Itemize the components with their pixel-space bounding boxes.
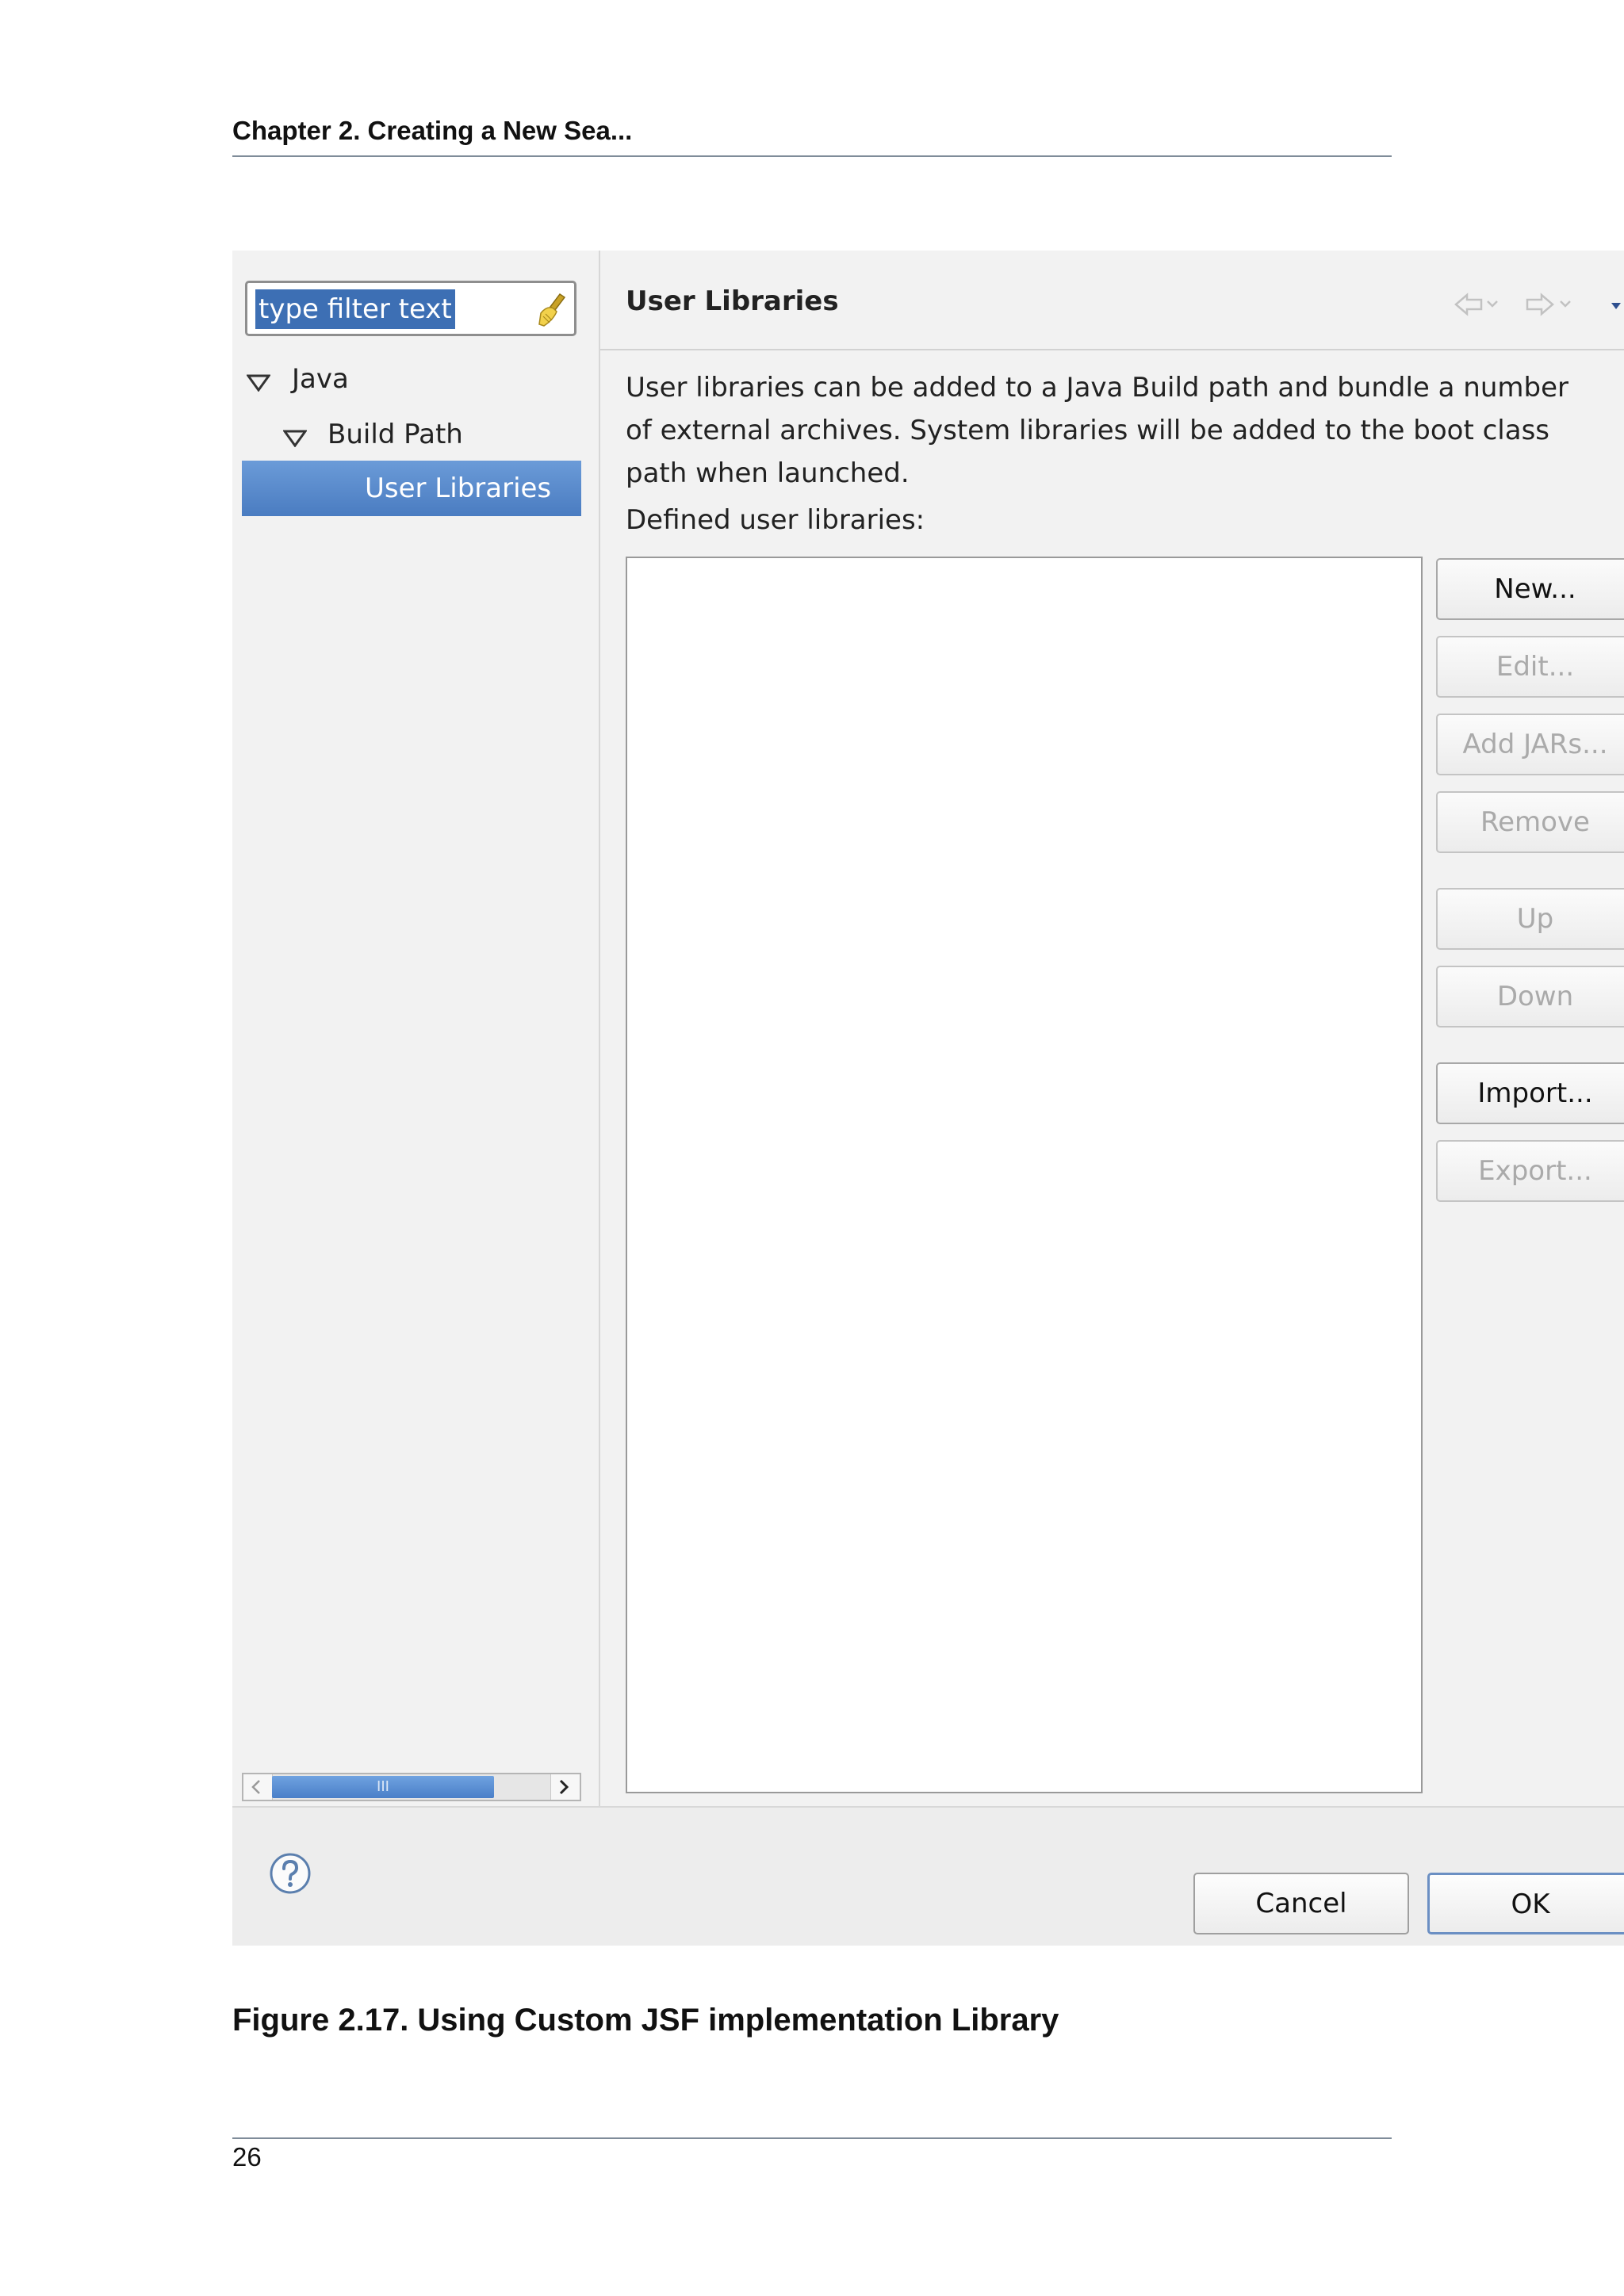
page-number: 26 (232, 2142, 262, 2172)
page-title: User Libraries (626, 285, 839, 317)
page-header-rule (232, 155, 1392, 157)
cancel-button[interactable]: Cancel (1193, 1873, 1409, 1934)
edit-button[interactable]: Edit... (1436, 636, 1624, 698)
expand-triangle-icon[interactable] (283, 430, 307, 447)
preferences-dialog: type filter text Java Build Path User Li… (232, 251, 1624, 1946)
filter-input[interactable]: type filter text (245, 281, 576, 336)
back-arrow-icon (1454, 293, 1498, 316)
expand-triangle-icon[interactable] (247, 374, 270, 392)
up-button[interactable]: Up (1436, 888, 1624, 950)
title-separator (600, 349, 1624, 350)
new-button[interactable]: New... (1436, 558, 1624, 620)
scroll-thumb[interactable]: III (272, 1776, 494, 1798)
export-button[interactable]: Export... (1436, 1140, 1624, 1202)
scroll-left-button[interactable] (243, 1774, 273, 1800)
tree-item-java[interactable]: Java (292, 363, 349, 395)
page-description: User libraries can be added to a Java Bu… (626, 372, 1568, 489)
view-menu-icon (1611, 303, 1621, 309)
broom-clear-icon[interactable] (536, 293, 568, 327)
tree-item-user-libraries[interactable]: User Libraries (242, 461, 581, 516)
remove-button[interactable]: Remove (1436, 791, 1624, 853)
add-jars-button[interactable]: Add JARs... (1436, 714, 1624, 775)
tree-item-build-path[interactable]: Build Path (327, 419, 463, 450)
figure-caption: Figure 2.17. Using Custom JSF implementa… (232, 2003, 1059, 2038)
filter-input-text[interactable]: type filter text (255, 289, 455, 329)
tree-horizontal-scrollbar[interactable]: III (242, 1773, 581, 1801)
navigation-arrows[interactable] (1453, 289, 1624, 320)
chevron-right-icon (559, 1779, 569, 1795)
forward-arrow-icon (1526, 293, 1571, 316)
ok-button[interactable]: OK (1427, 1873, 1624, 1934)
defined-libraries-label: Defined user libraries: (626, 504, 925, 536)
page-header: Chapter 2. Creating a New Sea... (232, 116, 633, 145)
dialog-footer: Cancel OK (232, 1806, 1624, 1946)
chevron-left-icon (251, 1780, 260, 1794)
page-footer-rule (232, 2137, 1392, 2139)
down-button[interactable]: Down (1436, 966, 1624, 1027)
help-icon[interactable] (269, 1852, 312, 1895)
import-button[interactable]: Import... (1436, 1062, 1624, 1124)
user-libraries-page: User Libraries User libraries can be add… (600, 251, 1624, 1806)
scroll-right-button[interactable] (550, 1774, 580, 1800)
preferences-tree-pane: type filter text Java Build Path User Li… (232, 251, 599, 1806)
user-libraries-list[interactable] (626, 557, 1423, 1793)
